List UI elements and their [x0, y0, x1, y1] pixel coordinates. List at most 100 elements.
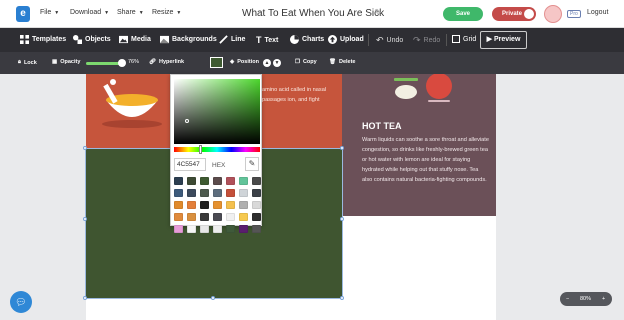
menu-file-label: File — [40, 9, 52, 16]
color-swatch[interactable] — [174, 177, 183, 185]
color-swatch[interactable] — [200, 225, 209, 233]
color-swatch[interactable] — [226, 189, 235, 197]
charts-button[interactable]: Charts — [290, 35, 324, 44]
color-swatch[interactable] — [252, 225, 261, 233]
color-swatch[interactable] — [239, 225, 248, 233]
grid-toggle[interactable]: Grid — [452, 35, 476, 43]
zoom-out-button[interactable]: − — [566, 292, 569, 306]
color-swatch[interactable] — [252, 177, 261, 185]
color-swatch[interactable] — [252, 201, 261, 209]
resize-handle[interactable] — [340, 296, 344, 300]
hyperlink-button[interactable]: 🔗︎ Hyperlink — [149, 59, 184, 65]
delete-button[interactable]: 🗑︎ Delete — [329, 59, 356, 65]
color-swatch[interactable] — [200, 189, 209, 197]
line-icon — [219, 35, 228, 44]
color-swatch[interactable] — [187, 177, 196, 185]
resize-handle[interactable] — [83, 296, 87, 300]
pie-chart-icon — [290, 35, 299, 44]
upload-icon — [328, 35, 337, 44]
preview-button[interactable]: ▶ Preview — [480, 31, 527, 49]
color-swatch[interactable] — [239, 177, 248, 185]
color-swatch[interactable] — [213, 177, 222, 185]
color-swatch[interactable] — [252, 213, 261, 221]
hex-input[interactable]: 4C5547 — [174, 158, 206, 171]
color-swatch[interactable] — [213, 213, 222, 221]
color-swatch[interactable] — [226, 201, 235, 209]
text-button[interactable]: T Text — [256, 35, 278, 45]
lock-button[interactable]: 🔒︎ Lock — [18, 59, 37, 66]
position-button[interactable]: ◈ Position — [230, 59, 259, 65]
color-swatch[interactable] — [239, 201, 248, 209]
swatch-grid — [174, 177, 262, 233]
document-title[interactable]: What To Eat When You Are Sick — [242, 8, 384, 19]
resize-handle[interactable] — [83, 217, 87, 221]
color-swatch[interactable] — [187, 201, 196, 209]
backgrounds-button[interactable]: Backgrounds — [160, 35, 217, 44]
tea-body-text[interactable]: Warm liquids can soothe a sore throat an… — [362, 135, 490, 185]
fill-color-button[interactable] — [210, 57, 223, 68]
save-button[interactable]: Save — [443, 7, 483, 21]
resize-handle[interactable] — [83, 146, 87, 150]
color-swatch[interactable] — [200, 177, 209, 185]
chevron-down-icon: ▼ — [176, 10, 182, 16]
chat-button[interactable]: 💬︎ — [10, 291, 32, 313]
move-down-button[interactable]: ▼ — [273, 59, 281, 67]
color-swatch[interactable] — [187, 213, 196, 221]
logout-link[interactable]: Logout — [587, 9, 608, 16]
menu-file[interactable]: File ▼ — [40, 9, 59, 16]
color-swatch[interactable] — [213, 201, 222, 209]
color-swatch[interactable] — [226, 225, 235, 233]
color-swatch[interactable] — [226, 213, 235, 221]
undo-button[interactable]: ↶ Undo — [376, 35, 403, 46]
menu-resize-label: Resize — [152, 9, 174, 16]
color-swatch[interactable] — [187, 189, 196, 197]
hue-slider-knob[interactable] — [199, 145, 202, 154]
resize-handle[interactable] — [340, 217, 344, 221]
color-swatch[interactable] — [200, 201, 209, 209]
color-swatch[interactable] — [174, 213, 183, 221]
resize-handle[interactable] — [211, 296, 215, 300]
eyedropper-icon[interactable]: ✎ — [245, 157, 259, 171]
play-icon: ▶ — [486, 36, 492, 43]
color-swatch[interactable] — [174, 225, 183, 233]
lock-label: Lock — [23, 59, 37, 66]
color-swatch[interactable] — [213, 189, 222, 197]
soup-body-text[interactable]: amino acid called in nasal passages ion,… — [262, 86, 340, 105]
hue-slider[interactable] — [174, 147, 260, 152]
opacity-slider-knob[interactable] — [118, 59, 126, 67]
templates-button[interactable]: Templates — [20, 35, 66, 44]
color-swatch[interactable] — [187, 225, 196, 233]
color-cursor[interactable] — [185, 119, 189, 123]
chevron-down-icon: ▼ — [104, 10, 110, 16]
objects-button[interactable]: Objects — [73, 35, 111, 44]
color-swatch[interactable] — [213, 225, 222, 233]
redo-button[interactable]: ↷ Redo — [413, 35, 440, 46]
resize-handle[interactable] — [340, 146, 344, 150]
tea-heading[interactable]: HOT TEA — [362, 121, 402, 131]
pencil-icon[interactable]: ✎ — [374, 8, 382, 19]
color-swatch[interactable] — [239, 189, 248, 197]
copy-button[interactable]: ❐ Copy — [295, 59, 317, 65]
menu-resize[interactable]: Resize ▼ — [152, 9, 181, 16]
avatar[interactable] — [544, 5, 562, 23]
copy-icon: ❐ — [295, 59, 300, 65]
color-swatch[interactable] — [252, 189, 261, 197]
line-button[interactable]: Line — [219, 35, 245, 44]
undo-icon: ↶ — [376, 35, 384, 45]
color-swatch[interactable] — [226, 177, 235, 185]
private-toggle[interactable]: Private — [492, 7, 536, 21]
color-format-label[interactable]: HEX — [212, 162, 225, 169]
color-swatch[interactable] — [200, 213, 209, 221]
chevron-down-icon: ▼ — [54, 10, 60, 16]
app-logo[interactable]: e — [16, 6, 30, 22]
color-swatch[interactable] — [174, 201, 183, 209]
menu-share[interactable]: Share ▼ — [117, 9, 144, 16]
move-up-button[interactable]: ▲ — [263, 59, 271, 67]
media-button[interactable]: Media — [119, 35, 151, 44]
saturation-value-area[interactable] — [174, 79, 260, 144]
color-swatch[interactable] — [239, 213, 248, 221]
zoom-in-button[interactable]: + — [602, 292, 605, 306]
menu-download[interactable]: Download ▼ — [70, 9, 109, 16]
upload-button[interactable]: Upload — [328, 35, 364, 44]
color-swatch[interactable] — [174, 189, 183, 197]
